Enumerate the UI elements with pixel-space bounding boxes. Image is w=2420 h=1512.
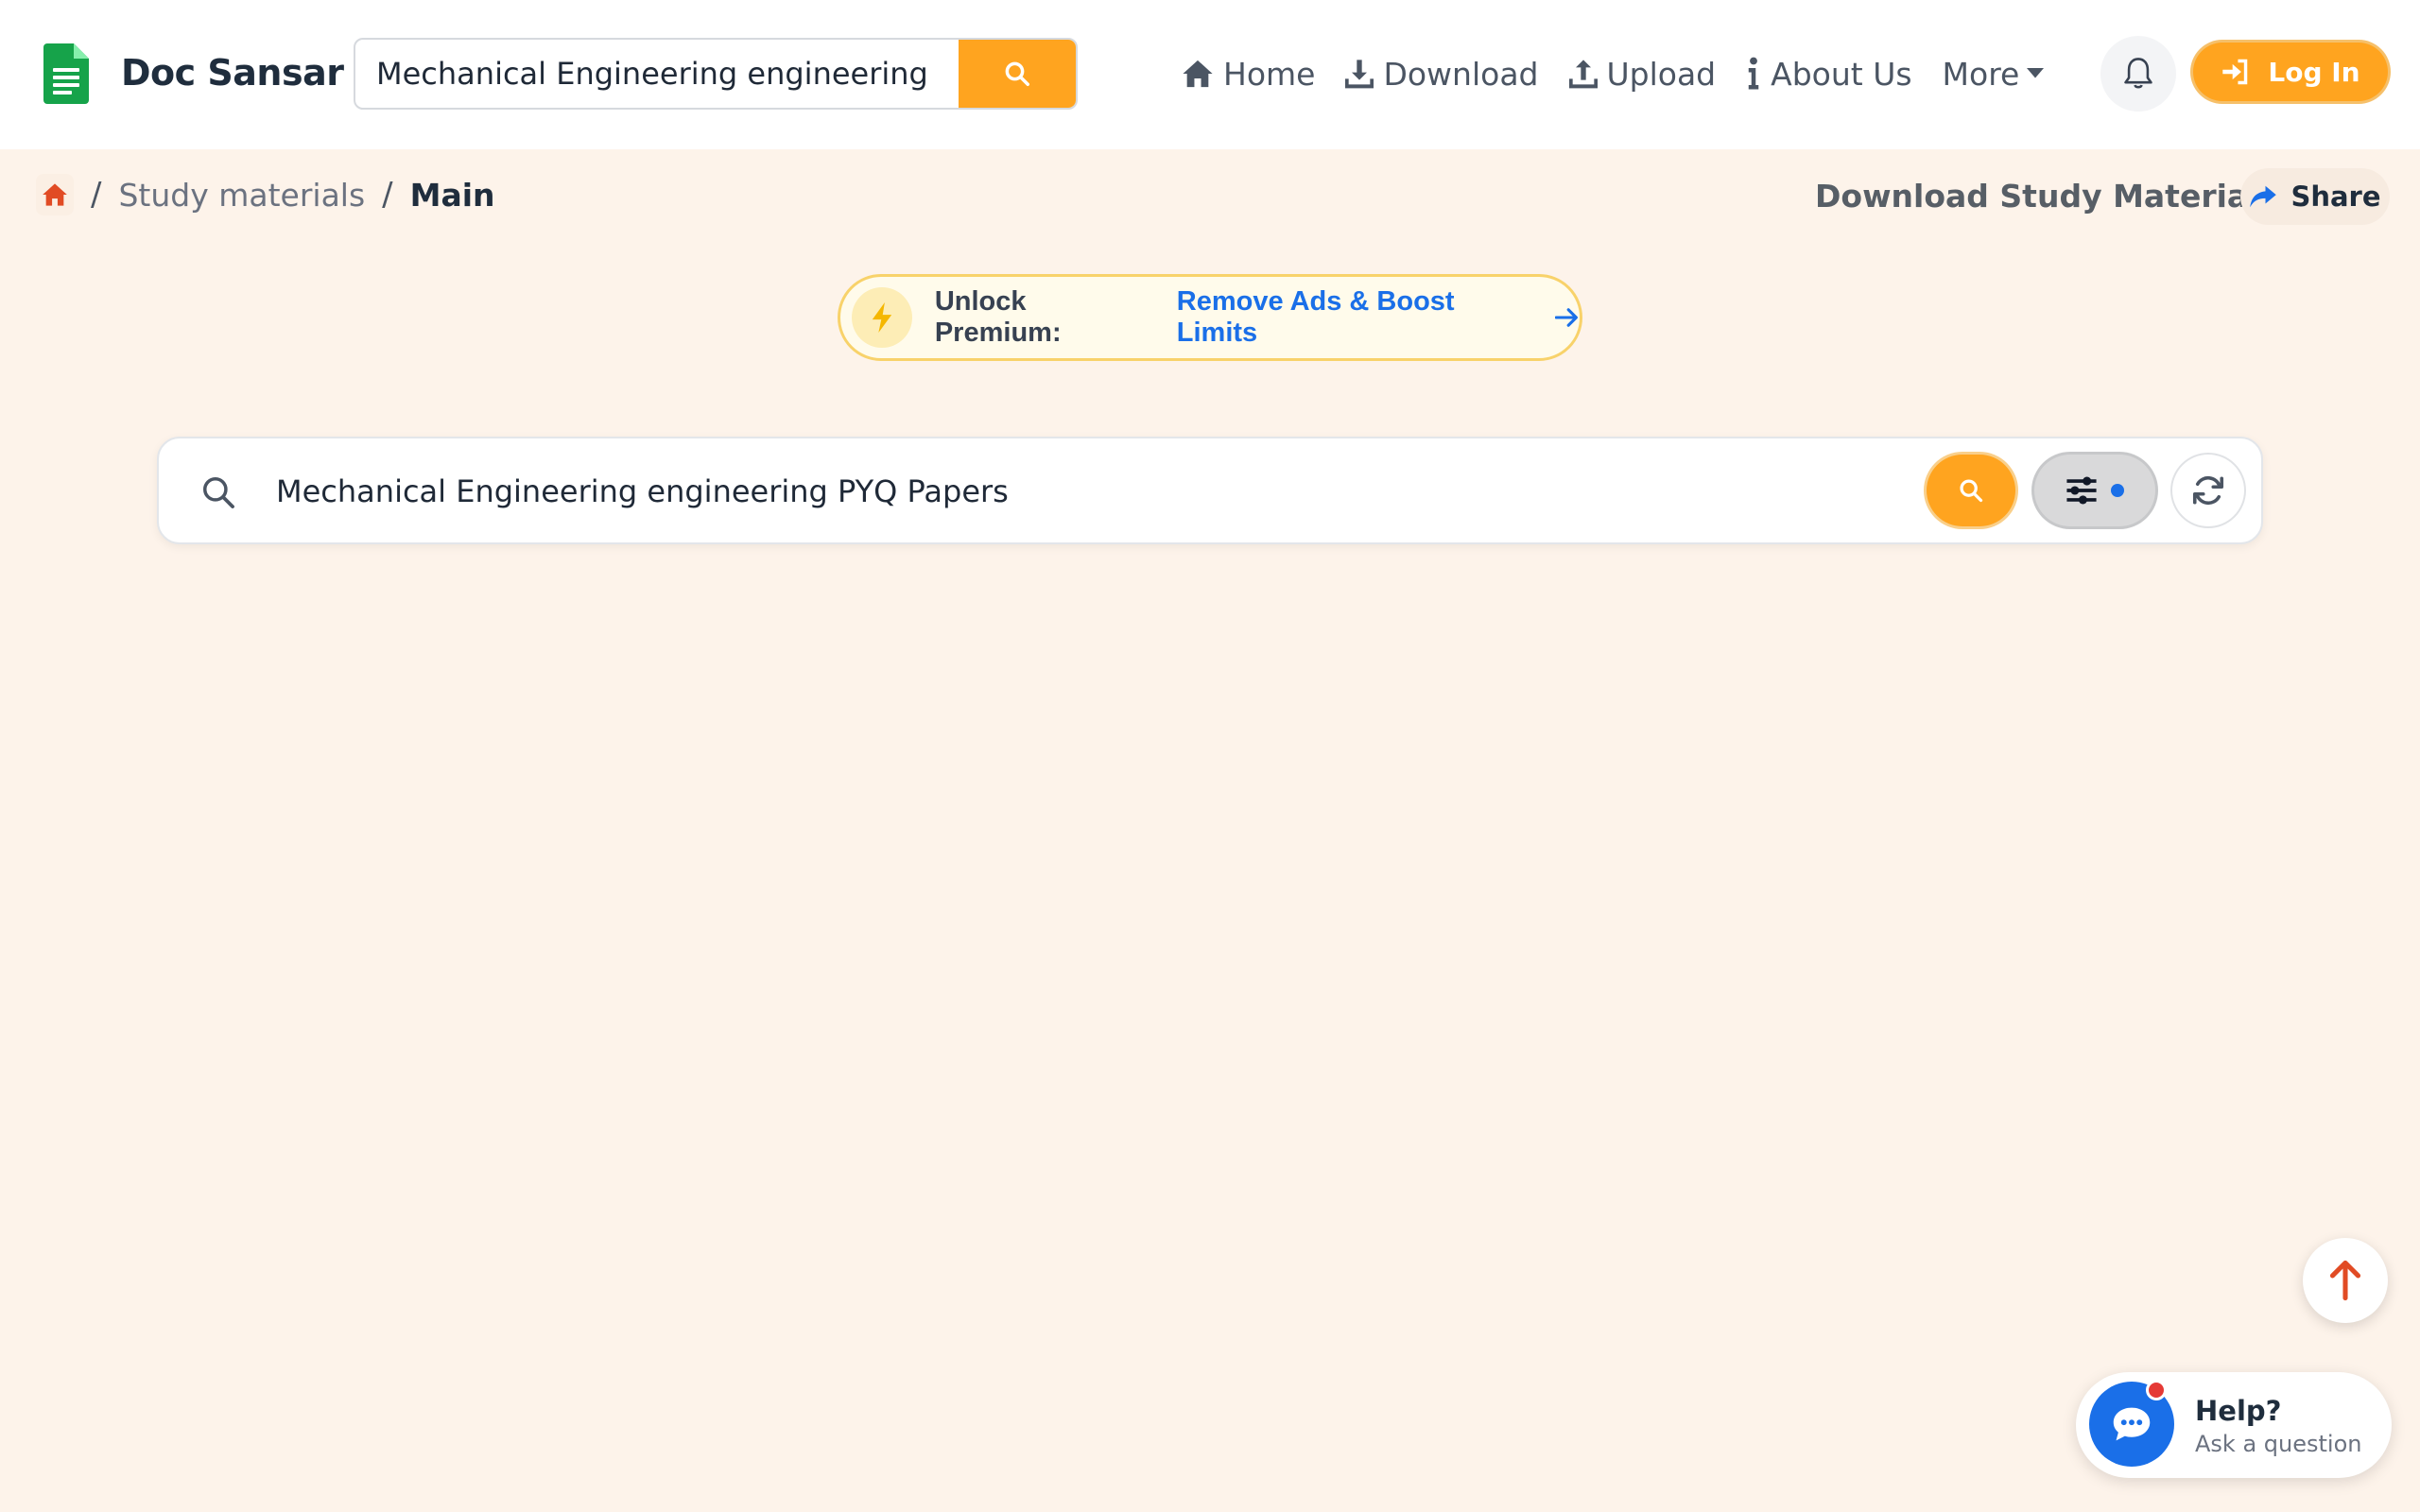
header-search-button[interactable] (959, 40, 1076, 108)
login-icon (2222, 59, 2248, 85)
login-label: Log In (2268, 56, 2360, 88)
home-icon (43, 183, 67, 206)
breadcrumb-current: Main (409, 176, 495, 214)
bolt-icon (852, 287, 912, 348)
header-search (354, 38, 1078, 110)
share-button[interactable]: Share (2240, 168, 2390, 225)
premium-label: Unlock Premium: (934, 286, 1062, 348)
premium-link-text: Remove Ads & Boost Limits (1176, 286, 1455, 348)
share-icon (2250, 185, 2277, 208)
main-search-bar (157, 437, 2263, 544)
scroll-to-top-button[interactable] (2303, 1238, 2388, 1323)
main-search-button[interactable] (1927, 455, 2015, 526)
nav-home[interactable]: Home (1182, 56, 1315, 93)
nav-home-label: Home (1223, 55, 1316, 93)
nav-download-label: Download (1383, 55, 1539, 93)
info-icon (1748, 57, 1759, 90)
premium-banner[interactable]: Unlock Premium: Remove Ads & Boost Limit… (838, 274, 1582, 361)
help-subtitle: Ask a question (2195, 1431, 2362, 1457)
filter-button[interactable] (2034, 455, 2155, 526)
nav-download[interactable]: Download (1345, 55, 1539, 93)
notification-dot (2146, 1380, 2167, 1400)
header-search-input[interactable] (355, 40, 960, 108)
breadcrumb-separator: / (91, 176, 102, 214)
nav-about-label: About Us (1771, 55, 1912, 93)
nav-more-label: More (1942, 55, 2020, 93)
refresh-button[interactable] (2172, 455, 2244, 526)
search-icon (203, 477, 234, 508)
search-icon (1005, 61, 1029, 86)
top-navbar: Doc Sansar Home Download (0, 0, 2420, 149)
login-button[interactable]: Log In (2193, 43, 2388, 101)
bell-icon (2124, 58, 2152, 89)
breadcrumb-study-materials[interactable]: Study materials (118, 177, 365, 214)
green-document-icon (43, 43, 89, 104)
breadcrumb-home[interactable] (36, 174, 74, 215)
brand-name: Doc Sansar (121, 52, 344, 94)
breadcrumb: / Study materials / Main (36, 170, 495, 219)
download-icon (1345, 60, 1374, 89)
help-title: Help? (2195, 1395, 2282, 1427)
nav-upload-label: Upload (1606, 55, 1717, 93)
notifications-button[interactable] (2100, 36, 2176, 112)
main-nav: Home Download Upload About Us More (1182, 45, 2045, 102)
arrow-right-icon (1555, 308, 1578, 327)
filter-active-dot (2111, 484, 2124, 497)
nav-about[interactable]: About Us (1746, 55, 1912, 93)
sliders-icon (2066, 476, 2097, 505)
main-search-input[interactable] (276, 459, 2044, 524)
home-icon (1183, 60, 1213, 88)
share-label: Share (2290, 180, 2381, 213)
premium-link[interactable]: Remove Ads & Boost Limits (1177, 286, 1580, 349)
refresh-icon (2192, 475, 2224, 506)
breadcrumb-separator: / (382, 176, 393, 214)
brand[interactable]: Doc Sansar (42, 40, 344, 106)
upload-icon (1568, 60, 1598, 89)
arrow-up-icon (2329, 1260, 2361, 1301)
help-widget[interactable]: Help? Ask a question (2076, 1372, 2392, 1478)
caret-down-icon (2027, 68, 2045, 78)
search-icon (1960, 479, 1983, 503)
nav-upload[interactable]: Upload (1568, 55, 1717, 93)
page-title: Download Study Materials (1815, 178, 2278, 215)
nav-more-dropdown[interactable]: More (1943, 56, 2045, 93)
